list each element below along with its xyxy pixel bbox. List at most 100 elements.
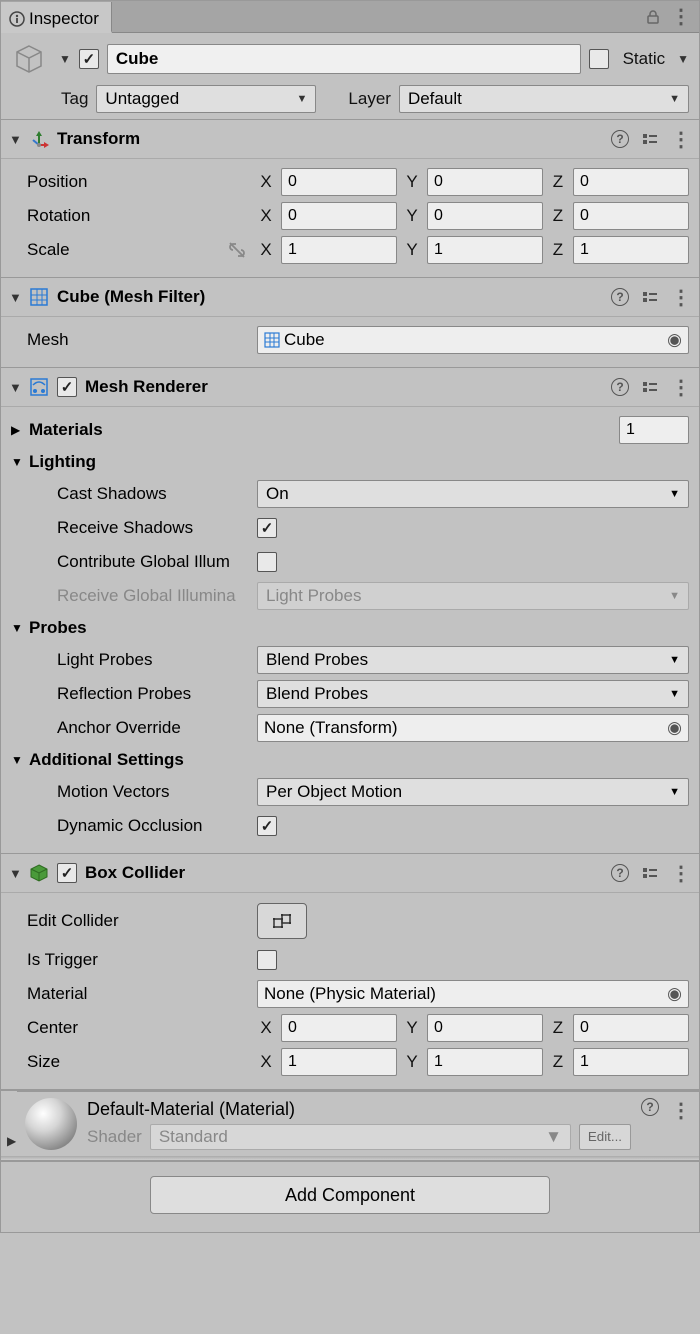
constrain-proportions-icon[interactable] (227, 240, 247, 260)
contribute-gi-checkbox[interactable] (257, 552, 277, 572)
material-foldout[interactable]: ▶ (7, 1134, 16, 1148)
mesh-filter-header[interactable]: ▼ Cube (Mesh Filter) ? ⋮ (1, 277, 699, 317)
collider-material-field[interactable]: None (Physic Material) ◉ (257, 980, 689, 1008)
gameobject-active-checkbox[interactable] (79, 49, 99, 69)
tag-value: Untagged (105, 89, 179, 109)
position-z-input[interactable] (573, 168, 689, 196)
object-picker-icon[interactable]: ◉ (667, 984, 682, 1004)
additional-settings-section[interactable]: ▼Additional Settings (11, 745, 689, 775)
object-picker-icon[interactable]: ◉ (667, 330, 682, 350)
mesh-object-field[interactable]: Cube ◉ (257, 326, 689, 354)
context-menu-icon[interactable]: ⋮ (671, 4, 691, 29)
context-menu-icon[interactable]: ⋮ (671, 1098, 691, 1123)
mesh-renderer-title: Mesh Renderer (85, 377, 208, 397)
static-label: Static (623, 49, 666, 69)
preset-icon[interactable] (641, 864, 659, 882)
preset-icon[interactable] (641, 288, 659, 306)
transform-title: Transform (57, 129, 140, 149)
rotation-z-input[interactable] (573, 202, 689, 230)
gameobject-header: ▼ Static ▼ Tag Untagged ▼ Layer Default … (1, 33, 699, 119)
tag-dropdown[interactable]: Untagged ▼ (96, 85, 316, 113)
probes-section[interactable]: ▼Probes (11, 613, 689, 643)
preset-icon[interactable] (641, 378, 659, 396)
position-y-input[interactable] (427, 168, 543, 196)
lighting-section[interactable]: ▼Lighting (11, 447, 689, 477)
help-icon[interactable]: ? (611, 130, 629, 148)
anchor-override-label: Anchor Override (11, 718, 251, 738)
static-dropdown-arrow[interactable]: ▼ (677, 52, 689, 66)
add-component-button[interactable]: Add Component (150, 1176, 550, 1214)
chevron-down-icon: ▼ (669, 93, 680, 105)
mesh-filter-icon (29, 287, 49, 307)
transform-header[interactable]: ▼ Transform ? ⋮ (1, 119, 699, 159)
lock-icon[interactable] (645, 9, 661, 25)
rotation-x-input[interactable] (281, 202, 397, 230)
materials-label: Materials (29, 420, 103, 440)
mesh-filter-title: Cube (Mesh Filter) (57, 287, 205, 307)
cast-shadows-dropdown[interactable]: On▼ (257, 480, 689, 508)
is-trigger-checkbox[interactable] (257, 950, 277, 970)
inspector-tab[interactable]: Inspector (1, 2, 112, 33)
context-menu-icon[interactable]: ⋮ (671, 285, 691, 310)
scale-y-input[interactable] (427, 236, 543, 264)
static-checkbox[interactable] (589, 49, 609, 69)
layer-dropdown[interactable]: Default ▼ (399, 85, 689, 113)
material-edit-button[interactable]: Edit... (579, 1124, 631, 1150)
size-label: Size (11, 1052, 251, 1072)
center-z-input[interactable] (573, 1014, 689, 1042)
layer-value: Default (408, 89, 462, 109)
box-collider-header[interactable]: ▼ Box Collider ? ⋮ (1, 853, 699, 893)
context-menu-icon[interactable]: ⋮ (671, 375, 691, 400)
materials-foldout[interactable]: ▶ (11, 423, 23, 437)
scale-x-input[interactable] (281, 236, 397, 264)
dynamic-occlusion-checkbox[interactable] (257, 816, 277, 836)
mesh-renderer-header[interactable]: ▼ Mesh Renderer ? ⋮ (1, 367, 699, 407)
size-x-input[interactable] (281, 1048, 397, 1076)
context-menu-icon[interactable]: ⋮ (671, 861, 691, 886)
rotation-label: Rotation (11, 206, 251, 226)
context-menu-icon[interactable]: ⋮ (671, 127, 691, 152)
scale-label: Scale (27, 240, 70, 260)
size-y-input[interactable] (427, 1048, 543, 1076)
gameobject-icon[interactable] (11, 41, 47, 77)
transform-body: Position X Y Z Rotation X Y Z Scale X Y … (1, 159, 699, 277)
receive-gi-dropdown: Light Probes▼ (257, 582, 689, 610)
mesh-renderer-icon (29, 377, 49, 397)
help-icon[interactable]: ? (641, 1098, 659, 1116)
edit-collider-button[interactable] (257, 903, 307, 939)
transform-icon (29, 129, 49, 149)
reflection-probes-dropdown[interactable]: Blend Probes▼ (257, 680, 689, 708)
object-picker-icon[interactable]: ◉ (667, 718, 682, 738)
dynamic-occlusion-label: Dynamic Occlusion (11, 816, 251, 836)
box-collider-enabled-checkbox[interactable] (57, 863, 77, 883)
mesh-value: Cube (284, 330, 325, 350)
icon-picker-arrow[interactable]: ▼ (59, 52, 71, 66)
edit-collider-label: Edit Collider (11, 911, 251, 931)
mesh-icon (264, 332, 280, 348)
help-icon[interactable]: ? (611, 378, 629, 396)
materials-count-input[interactable] (619, 416, 689, 444)
anchor-override-field[interactable]: None (Transform) ◉ (257, 714, 689, 742)
motion-vectors-dropdown[interactable]: Per Object Motion▼ (257, 778, 689, 806)
gameobject-name-input[interactable] (107, 44, 581, 74)
size-z-input[interactable] (573, 1048, 689, 1076)
is-trigger-label: Is Trigger (11, 950, 251, 970)
center-x-input[interactable] (281, 1014, 397, 1042)
center-label: Center (11, 1018, 251, 1038)
material-header[interactable]: Default-Material (Material) Shader Stand… (17, 1091, 699, 1156)
info-icon (9, 11, 25, 27)
receive-gi-label: Receive Global Illumina (11, 586, 251, 606)
center-y-input[interactable] (427, 1014, 543, 1042)
receive-shadows-checkbox[interactable] (257, 518, 277, 538)
scale-z-input[interactable] (573, 236, 689, 264)
motion-vectors-label: Motion Vectors (11, 782, 251, 802)
position-label: Position (11, 172, 251, 192)
help-icon[interactable]: ? (611, 864, 629, 882)
position-x-input[interactable] (281, 168, 397, 196)
mesh-renderer-enabled-checkbox[interactable] (57, 377, 77, 397)
rotation-y-input[interactable] (427, 202, 543, 230)
preset-icon[interactable] (641, 130, 659, 148)
mesh-label: Mesh (11, 330, 251, 350)
light-probes-dropdown[interactable]: Blend Probes▼ (257, 646, 689, 674)
help-icon[interactable]: ? (611, 288, 629, 306)
